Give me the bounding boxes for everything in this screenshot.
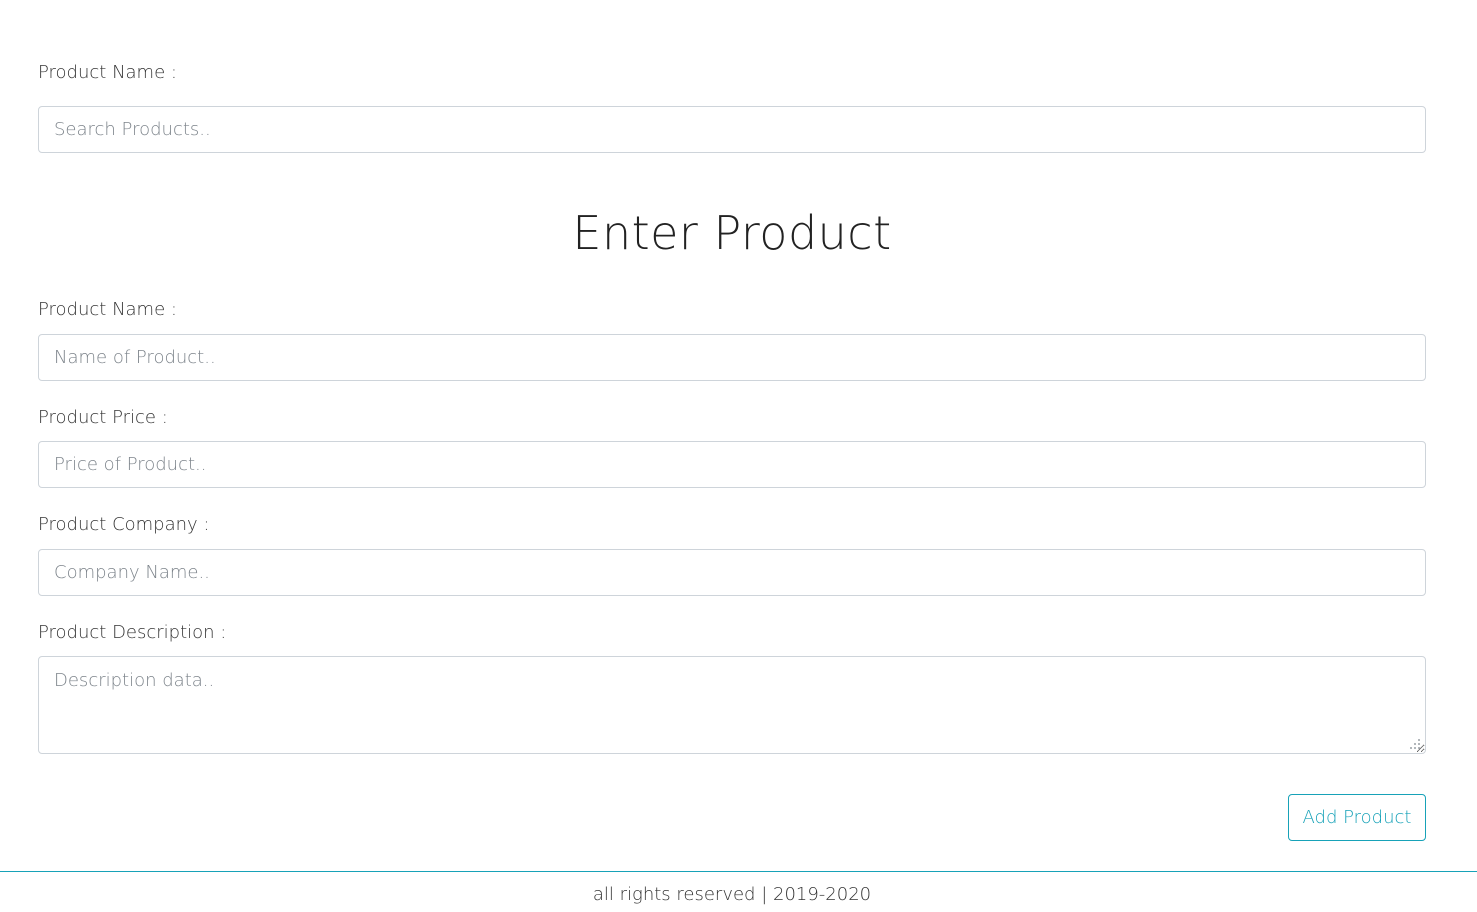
search-label: Product Name : xyxy=(38,62,177,83)
product-price-label: Product Price : xyxy=(38,407,168,428)
page: Product Name : Enter Product Product Nam… xyxy=(0,0,1477,912)
product-name-input[interactable] xyxy=(38,334,1426,381)
product-description-label: Product Description : xyxy=(38,622,227,643)
product-price-input[interactable] xyxy=(38,441,1426,488)
footer-text: all rights reserved | 2019-2020 xyxy=(592,884,872,905)
product-name-label: Product Name : xyxy=(38,299,177,320)
search-input[interactable] xyxy=(38,106,1426,153)
product-description-textarea[interactable] xyxy=(38,656,1426,754)
product-company-input[interactable] xyxy=(38,549,1426,596)
footer: all rights reserved | 2019-2020 xyxy=(0,871,1477,912)
add-product-button[interactable]: Add Product xyxy=(1288,794,1426,841)
page-title: Enter Product xyxy=(572,206,892,260)
product-company-label: Product Company : xyxy=(38,514,210,535)
